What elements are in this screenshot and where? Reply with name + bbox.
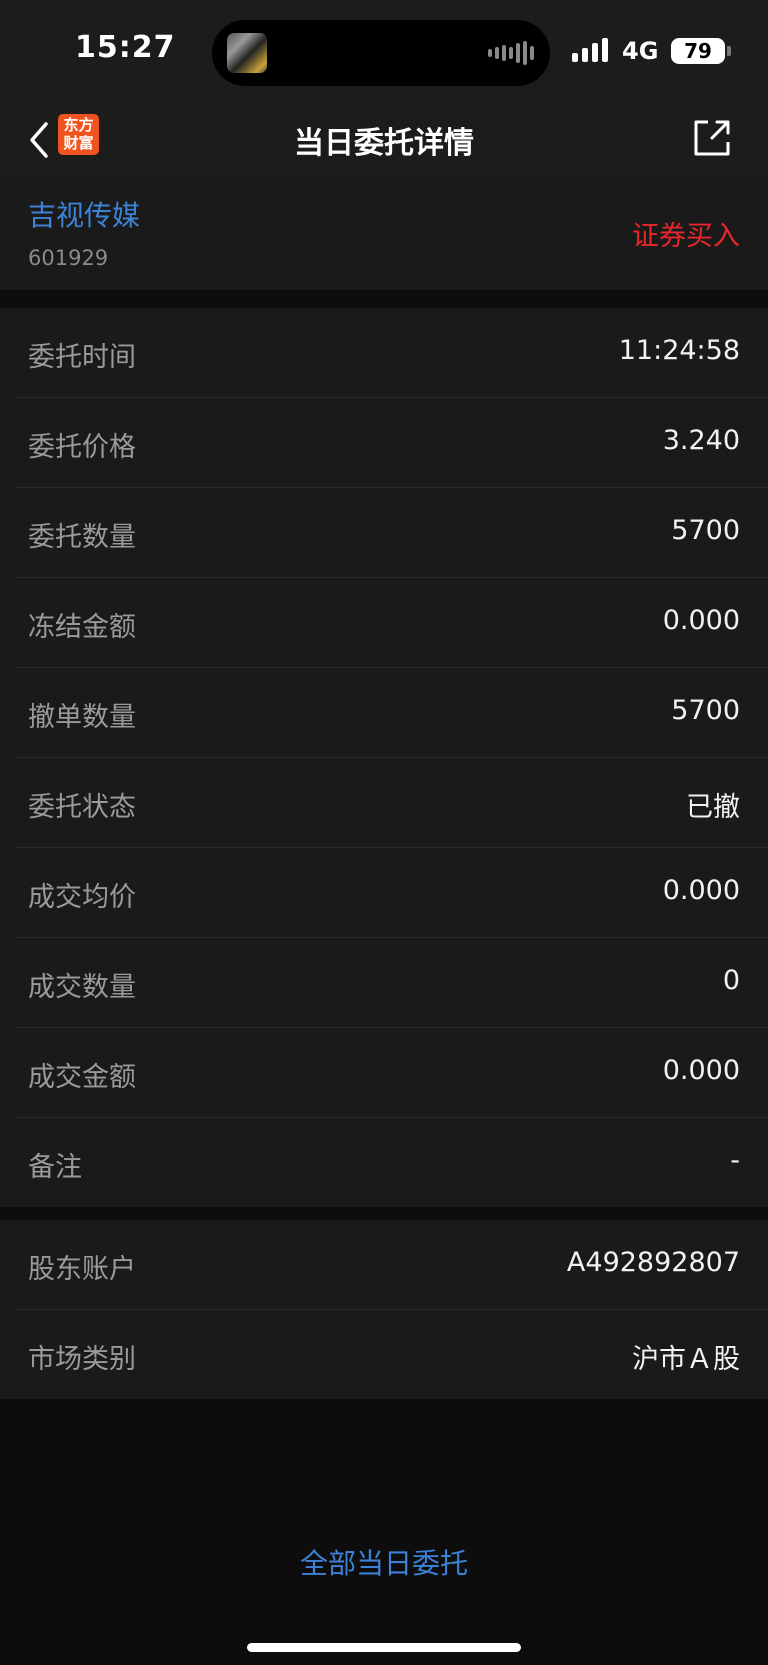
detail-value: 0 xyxy=(722,965,740,996)
order-side: 证券买入 xyxy=(632,221,740,252)
detail-label: 冻结金额 xyxy=(28,612,136,643)
detail-label: 委托价格 xyxy=(28,432,136,463)
account-info-card: 股东账户 A492892807 市场类别 沪市Ａ股 xyxy=(0,1220,768,1399)
detail-label: 备注 xyxy=(28,1152,82,1183)
order-details-card: 委托时间 11:24:58 委托价格 3.240 委托数量 5700 冻结金额 0.00… xyxy=(0,308,768,1207)
detail-value: 0.000 xyxy=(662,1055,740,1086)
detail-row: 委托状态 已撤 xyxy=(16,758,768,848)
detail-label: 委托时间 xyxy=(28,342,136,373)
detail-label: 成交金额 xyxy=(28,1062,136,1093)
detail-value: 0.000 xyxy=(662,875,740,906)
detail-value: 11:24:58 xyxy=(618,335,740,366)
dynamic-island[interactable] xyxy=(212,20,550,86)
detail-row: 成交金额 0.000 xyxy=(16,1028,768,1118)
detail-row: 撤单数量 5700 xyxy=(16,668,768,758)
stock-header: 吉视传媒 601929 证券买入 xyxy=(0,176,768,290)
detail-label: 成交均价 xyxy=(28,882,136,913)
status-bar: 15:27 4G 79 xyxy=(0,0,768,104)
detail-row: 委托价格 3.240 xyxy=(16,398,768,488)
detail-value: 0.000 xyxy=(662,605,740,636)
detail-row: 备注 - xyxy=(16,1118,768,1207)
stock-code: 601929 xyxy=(28,246,109,270)
detail-value: 5700 xyxy=(671,695,740,726)
detail-value: 3.240 xyxy=(662,425,740,456)
account-row: 市场类别 沪市Ａ股 xyxy=(16,1310,768,1399)
detail-value: 5700 xyxy=(671,515,740,546)
account-label: 市场类别 xyxy=(28,1344,136,1375)
page-title: 当日委托详情 xyxy=(294,126,474,161)
detail-label: 撤单数量 xyxy=(28,702,136,733)
detail-label: 成交数量 xyxy=(28,972,136,1003)
detail-row: 委托数量 5700 xyxy=(16,488,768,578)
detail-row: 成交均价 0.000 xyxy=(16,848,768,938)
account-value: 沪市Ａ股 xyxy=(632,1344,740,1375)
media-thumbnail xyxy=(227,33,267,73)
nav-bar: 东方 财富 当日委托详情 xyxy=(0,104,768,176)
battery-icon: 79 xyxy=(671,38,725,64)
account-row: 股东账户 A492892807 xyxy=(16,1220,768,1310)
share-icon[interactable] xyxy=(690,116,734,160)
battery-cap xyxy=(727,46,731,56)
detail-label: 委托状态 xyxy=(28,792,136,823)
stock-name[interactable]: 吉视传媒 xyxy=(28,194,140,234)
detail-label: 委托数量 xyxy=(28,522,136,553)
all-orders-link[interactable]: 全部当日委托 xyxy=(0,1542,768,1582)
account-value: A492892807 xyxy=(566,1247,740,1278)
detail-value: 已撤 xyxy=(686,792,740,823)
detail-row: 委托时间 11:24:58 xyxy=(16,308,768,398)
detail-row: 成交数量 0 xyxy=(16,938,768,1028)
status-time: 15:27 xyxy=(75,30,176,65)
cellular-signal-icon xyxy=(572,38,608,62)
account-label: 股东账户 xyxy=(28,1254,136,1285)
audio-waveform-icon xyxy=(488,41,534,65)
detail-value: - xyxy=(730,1145,740,1176)
home-indicator[interactable] xyxy=(247,1643,521,1652)
detail-row: 冻结金额 0.000 xyxy=(16,578,768,668)
network-type: 4G xyxy=(622,37,659,65)
